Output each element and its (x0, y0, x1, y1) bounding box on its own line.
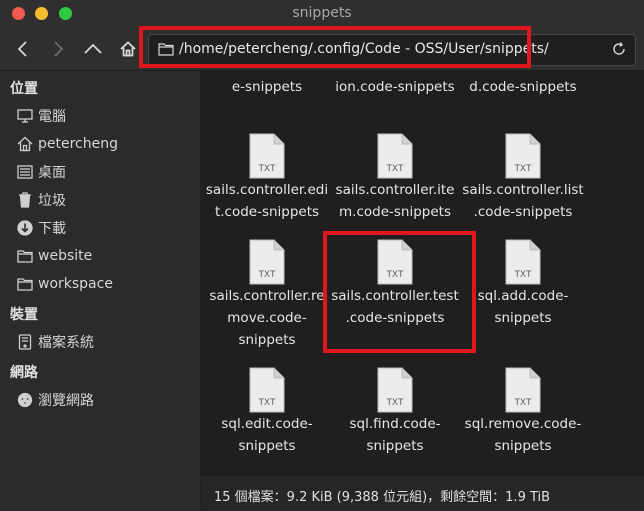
file-name: snippets (366, 438, 424, 454)
file-name: sql.find.code- (349, 416, 441, 432)
file-name: snippets (494, 438, 552, 454)
file-name: .code-snippets (473, 204, 573, 220)
file-item[interactable]: TXT sql.remove.code- snippets (453, 367, 593, 457)
svg-text:TXT: TXT (259, 269, 277, 279)
file-item[interactable]: ion.code-snippets (325, 76, 465, 98)
home-icon (120, 41, 136, 57)
sidebar-item-browse-network[interactable]: 瀏覽網路 (17, 389, 94, 411)
chevron-left-icon (17, 41, 27, 57)
svg-text:TXT: TXT (259, 397, 277, 407)
back-button[interactable] (10, 36, 36, 62)
file-name: snippets (238, 438, 296, 454)
file-name: sql.remove.code- (464, 416, 582, 432)
chevron-right-icon (54, 41, 64, 57)
text-file-icon: TXT (505, 133, 541, 179)
svg-text:TXT: TXT (259, 163, 277, 173)
file-item[interactable]: TXT sails.controller.list .code-snippets (453, 133, 593, 223)
sidebar-item-label: 檔案系統 (38, 335, 94, 351)
status-bar: 15 個檔案：9.2 KiB (9,388 位元組)，剩餘空間：1.9 TiB (201, 475, 644, 511)
text-file-icon: TXT (377, 133, 413, 179)
home-icon (17, 136, 33, 152)
sidebar: 位置 電腦 petercheng 桌面 垃圾 下載 website worksp… (0, 71, 201, 510)
text-file-icon: TXT (249, 133, 285, 179)
svg-text:TXT: TXT (387, 397, 405, 407)
folder-icon (17, 248, 33, 264)
file-name: sails.controller.re (209, 288, 325, 304)
file-item[interactable]: TXT sql.find.code- snippets (325, 367, 465, 457)
file-item[interactable]: TXT sails.controller.re move.code- snipp… (197, 239, 337, 351)
window-title: snippets (292, 5, 352, 21)
file-name: sails.controller.list (462, 182, 584, 198)
computer-icon (17, 108, 33, 124)
forward-button[interactable] (45, 36, 71, 62)
text-file-icon: TXT (249, 367, 285, 413)
sidebar-item-filesystem[interactable]: 檔案系統 (17, 331, 94, 353)
sidebar-item-trash[interactable]: 垃圾 (17, 189, 66, 211)
sidebar-item-downloads[interactable]: 下載 (17, 217, 66, 239)
download-icon (17, 220, 33, 236)
file-name: sql.edit.code- (221, 416, 313, 432)
title-bar: snippets (0, 0, 644, 28)
file-item[interactable]: d.code-snippets (453, 76, 593, 98)
svg-text:TXT: TXT (387, 163, 405, 173)
file-name: t.code-snippets (214, 204, 320, 220)
refresh-icon[interactable] (611, 41, 627, 57)
file-manager-window: snippets /home/petercheng/.config/Code -… (0, 0, 644, 511)
svg-text:TXT: TXT (515, 397, 533, 407)
location-highlight-box (139, 26, 531, 68)
sidebar-section-devices: 裝置 (10, 307, 38, 323)
file-name: d.code-snippets (469, 79, 577, 95)
trash-icon (17, 192, 33, 208)
sidebar-item-home[interactable]: petercheng (17, 133, 118, 155)
home-button[interactable] (115, 36, 141, 62)
sidebar-item-computer[interactable]: 電腦 (17, 105, 66, 127)
file-item[interactable]: TXT sails.controller.edi t.code-snippets (197, 133, 337, 223)
sidebar-item-website[interactable]: website (17, 245, 92, 267)
sidebar-section-network: 網路 (10, 365, 38, 381)
sidebar-item-workspace[interactable]: workspace (17, 273, 113, 295)
file-name: sails.controller.edi (205, 182, 329, 198)
svg-text:TXT: TXT (515, 163, 533, 173)
file-name: m.code-snippets (339, 204, 451, 220)
folder-icon (17, 276, 33, 292)
up-button[interactable] (80, 36, 106, 62)
sidebar-item-label: workspace (38, 276, 113, 292)
text-file-icon: TXT (377, 367, 413, 413)
svg-text:TXT: TXT (515, 269, 533, 279)
sidebar-item-label: petercheng (38, 136, 118, 152)
chevron-up-icon (84, 43, 102, 54)
sidebar-item-label: 電腦 (38, 109, 66, 125)
text-file-icon: TXT (249, 239, 285, 285)
text-file-icon: TXT (505, 367, 541, 413)
file-name: move.code- (227, 310, 307, 326)
sidebar-section-places: 位置 (10, 81, 38, 97)
drive-icon (17, 334, 33, 350)
file-item[interactable]: e-snippets (197, 76, 337, 98)
text-file-icon: TXT (505, 239, 541, 285)
file-item[interactable]: TXT sails.controller.ite m.code-snippets (325, 133, 465, 223)
file-name: snippets (238, 332, 296, 348)
status-text: 15 個檔案：9.2 KiB (9,388 位元組)，剩餘空間：1.9 TiB (214, 490, 551, 505)
sidebar-item-desktop[interactable]: 桌面 (17, 161, 66, 183)
sidebar-item-label: 下載 (38, 221, 66, 237)
file-item[interactable]: TXT sql.edit.code- snippets (197, 367, 337, 457)
network-icon (17, 392, 33, 408)
sidebar-item-label: 垃圾 (38, 193, 66, 209)
sidebar-item-label: website (38, 248, 93, 264)
file-name: ion.code-snippets (335, 79, 455, 95)
file-name: sails.controller.ite (335, 182, 455, 198)
file-name: e-snippets (231, 79, 303, 95)
sidebar-item-label: 瀏覽網路 (38, 393, 94, 409)
desktop-icon (17, 164, 33, 180)
file-highlight-box (323, 231, 476, 353)
sidebar-item-label: 桌面 (38, 165, 66, 181)
